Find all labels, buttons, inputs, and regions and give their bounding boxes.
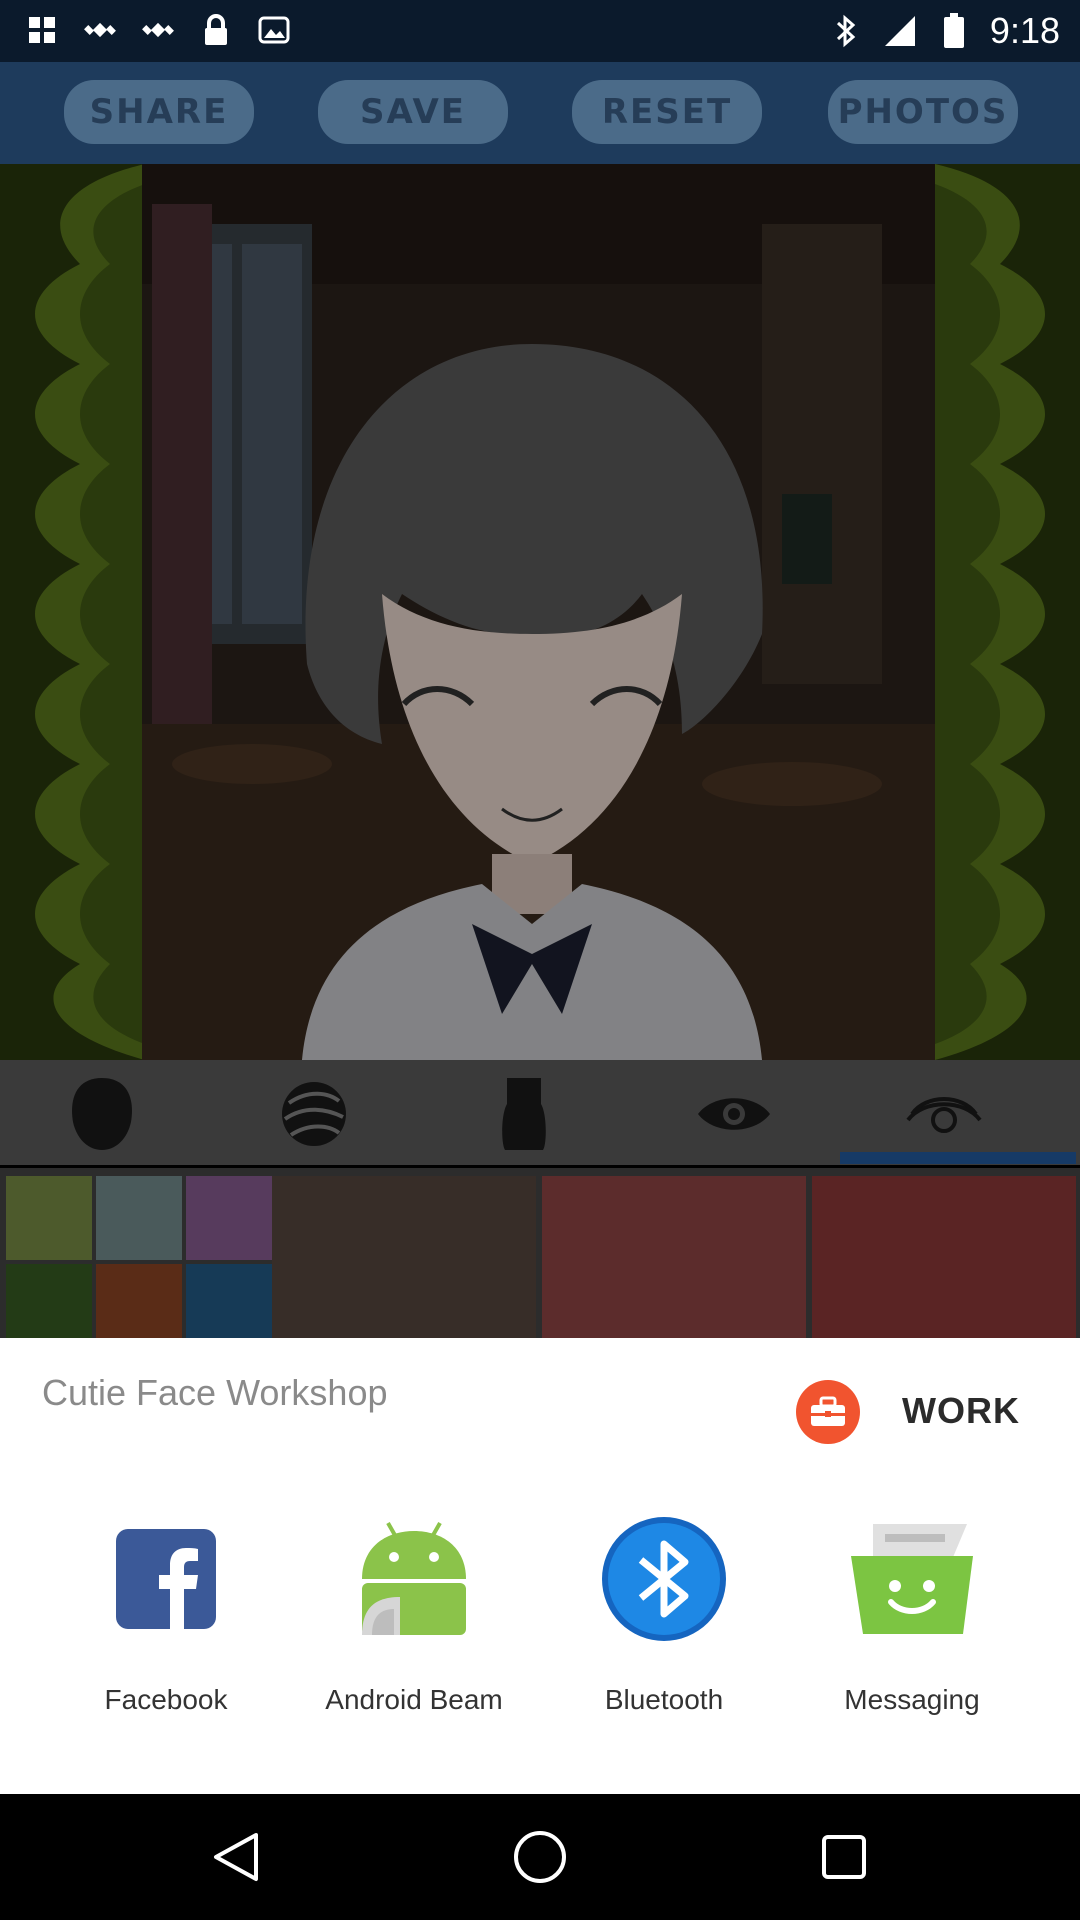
android-icon <box>351 1516 477 1642</box>
app-toolbar: SHARE SAVE RESET PHOTOS <box>0 62 1080 164</box>
share-button[interactable]: SHARE <box>64 80 254 144</box>
back-icon[interactable] <box>204 1825 268 1889</box>
signal-icon <box>882 13 918 49</box>
recents-icon[interactable] <box>812 1825 876 1889</box>
color-swatch[interactable] <box>542 1176 806 1346</box>
photo-icon <box>256 12 292 48</box>
app-facebook[interactable]: Facebook <box>66 1516 266 1716</box>
color-swatch[interactable] <box>6 1264 92 1348</box>
category-bar <box>0 1060 1080 1165</box>
save-button[interactable]: SAVE <box>318 80 508 144</box>
satellite-icon <box>82 12 118 48</box>
color-swatch[interactable] <box>6 1176 92 1260</box>
color-swatches <box>0 1168 1080 1348</box>
eye-icon[interactable] <box>904 1074 984 1154</box>
color-swatch[interactable] <box>272 1176 536 1346</box>
color-swatch[interactable] <box>96 1176 182 1260</box>
briefcase-icon[interactable] <box>796 1380 860 1444</box>
color-swatch[interactable] <box>96 1264 182 1348</box>
grid-icon <box>24 12 60 48</box>
neck-icon[interactable] <box>484 1074 564 1154</box>
selected-tab-indicator <box>840 1152 1076 1164</box>
color-swatch[interactable] <box>812 1176 1076 1346</box>
bluetooth-icon <box>601 1516 727 1642</box>
home-icon[interactable] <box>508 1825 572 1889</box>
status-time: 9:18 <box>989 10 1060 51</box>
app-messaging[interactable]: Messaging <box>812 1516 1012 1716</box>
bluetooth-icon <box>828 13 864 49</box>
head-icon[interactable] <box>62 1074 142 1154</box>
facebook-icon <box>103 1516 229 1642</box>
app-label: Bluetooth <box>604 1684 724 1715</box>
share-sheet-title: Cutie Face Workshop <box>42 1372 388 1413</box>
status-bar: 9:18 <box>0 0 1080 62</box>
app-label: Facebook <box>104 1684 228 1715</box>
eye-icon[interactable] <box>694 1074 774 1154</box>
hair-icon[interactable] <box>274 1074 354 1154</box>
color-swatch[interactable] <box>186 1264 272 1348</box>
photos-button[interactable]: PHOTOS <box>828 80 1018 144</box>
app-label: Android Beam <box>325 1684 503 1715</box>
color-swatch[interactable] <box>186 1176 272 1260</box>
reset-button[interactable]: RESET <box>572 80 762 144</box>
satellite-icon <box>140 12 176 48</box>
share-sheet: Cutie Face Workshop WORK Facebook Androi… <box>0 1338 1080 1794</box>
avatar-photo <box>142 164 938 1060</box>
lock-icon <box>198 12 234 48</box>
app-label: Messaging <box>844 1684 980 1715</box>
frame-decoration-right <box>935 164 1080 1060</box>
battery-icon <box>936 13 972 49</box>
app-bluetooth[interactable]: Bluetooth <box>564 1516 764 1716</box>
navigation-bar <box>0 1794 1080 1920</box>
work-profile-label[interactable]: WORK <box>902 1390 1020 1432</box>
avatar-canvas[interactable] <box>0 164 1080 1060</box>
frame-decoration-left <box>0 164 145 1060</box>
app-android-beam[interactable]: Android Beam <box>314 1516 514 1716</box>
messaging-icon <box>849 1516 975 1642</box>
